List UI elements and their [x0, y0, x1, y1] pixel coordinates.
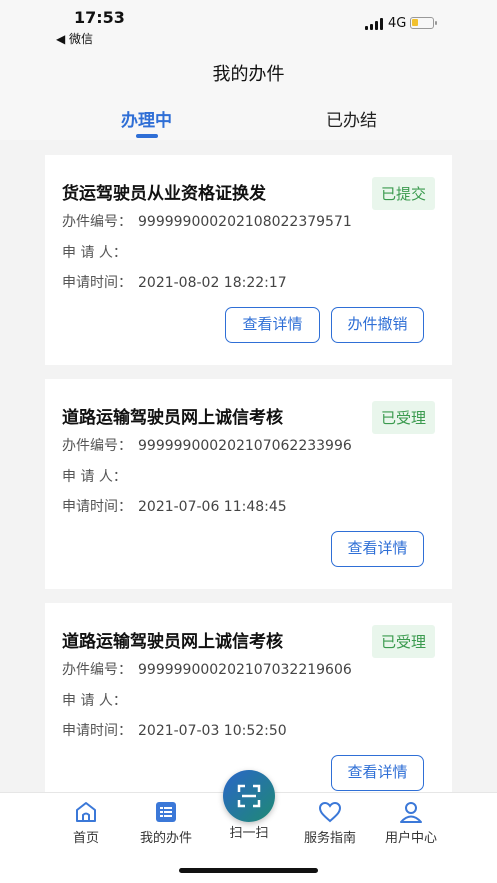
- case-card[interactable]: 货运驾驶员从业资格证换发 已提交 办件编号： 999999000202108022…: [45, 155, 452, 365]
- case-number-row: 办件编号： 999999000202107032219606: [62, 659, 352, 679]
- view-details-button[interactable]: 查看详情: [331, 531, 424, 567]
- apply-time-label: 申请时间：: [62, 275, 132, 291]
- case-title: 道路运输驾驶员网上诚信考核: [62, 632, 283, 652]
- heart-icon: [318, 801, 342, 823]
- apply-time-label: 申请时间：: [62, 499, 132, 515]
- status-badge: 已受理: [371, 625, 435, 658]
- apply-time-row: 申请时间： 2021-08-02 18:22:17: [62, 272, 287, 292]
- applicant-label: 申 请 人：: [62, 693, 127, 709]
- home-indicator: [179, 868, 318, 873]
- scan-button[interactable]: [223, 770, 275, 822]
- case-number-label: 办件编号：: [62, 438, 132, 454]
- applicant-row: 申 请 人：: [62, 466, 133, 486]
- status-bar: 17:53 ◀ 微信 4G: [0, 0, 497, 50]
- apply-time-label: 申请时间：: [62, 723, 132, 739]
- tab-in-progress[interactable]: 办理中: [121, 106, 172, 131]
- battery-icon: [410, 17, 437, 29]
- tabbar-home[interactable]: 首页: [46, 799, 126, 846]
- case-number-value: 999999000202107032219606: [138, 662, 352, 678]
- tabbar-scan-label: 扫一扫: [229, 826, 269, 841]
- tab-completed[interactable]: 已办结: [326, 106, 377, 131]
- nav-bar: 我的办件: [0, 50, 497, 94]
- apply-time-value: 2021-07-03 10:52:50: [138, 723, 287, 739]
- status-badge: 已提交: [371, 177, 435, 210]
- case-card[interactable]: 道路运输驾驶员网上诚信考核 已受理 办件编号： 99999900020210703…: [45, 603, 452, 792]
- status-badge: 已受理: [371, 401, 435, 434]
- view-details-button[interactable]: 查看详情: [225, 307, 320, 343]
- apply-time-row: 申请时间： 2021-07-03 10:52:50: [62, 720, 287, 740]
- applicant-label: 申 请 人：: [62, 469, 127, 485]
- apply-time-value: 2021-08-02 18:22:17: [138, 275, 287, 291]
- home-icon: [76, 802, 96, 822]
- applicant-row: 申 请 人：: [62, 242, 133, 262]
- case-number-label: 办件编号：: [62, 214, 132, 230]
- tabbar-user-center[interactable]: 用户中心: [371, 799, 451, 846]
- tabbar-service-guide-label: 服务指南: [303, 831, 356, 846]
- tab-active-indicator: [136, 134, 158, 138]
- case-card[interactable]: 道路运输驾驶员网上诚信考核 已受理 办件编号： 99999900020210706…: [45, 379, 452, 589]
- applicant-label: 申 请 人：: [62, 245, 127, 261]
- view-details-button[interactable]: 查看详情: [331, 755, 424, 791]
- tabbar-home-label: 首页: [72, 831, 99, 846]
- case-number-row: 办件编号： 999999000202107062233996: [62, 435, 352, 455]
- case-number-value: 99999900020210802237957​1: [138, 214, 352, 230]
- network-type: 4G: [388, 16, 407, 31]
- revoke-case-button[interactable]: 办件撤销: [331, 307, 424, 343]
- user-icon: [400, 802, 422, 823]
- scan-icon: [237, 784, 261, 808]
- list-icon: [156, 802, 176, 822]
- tabbar-user-center-label: 用户中心: [384, 831, 437, 846]
- case-number-value: 999999000202107062233996: [138, 438, 352, 454]
- case-number-row: 办件编号： 99999900020210802237957​1: [62, 211, 352, 231]
- apply-time-value: 2021-07-06 11:48:45: [138, 499, 287, 515]
- tabbar-my-cases-label: 我的办件: [139, 831, 192, 846]
- apply-time-row: 申请时间： 2021-07-06 11:48:45: [62, 496, 287, 516]
- tabbar-service-guide[interactable]: 服务指南: [290, 799, 370, 846]
- case-number-label: 办件编号：: [62, 662, 132, 678]
- status-time: 17:53: [74, 8, 125, 27]
- back-to-wechat-link[interactable]: ◀ 微信: [56, 30, 93, 47]
- applicant-row: 申 请 人：: [62, 690, 133, 710]
- page-title: 我的办件: [212, 64, 285, 85]
- case-title: 道路运输驾驶员网上诚信考核: [62, 408, 283, 428]
- tab-bar-top: 办理中 已办结: [0, 94, 497, 140]
- tabbar-my-cases[interactable]: 我的办件: [126, 799, 206, 846]
- case-title: 货运驾驶员从业资格证换发: [62, 184, 266, 204]
- signal-icon: [365, 18, 385, 30]
